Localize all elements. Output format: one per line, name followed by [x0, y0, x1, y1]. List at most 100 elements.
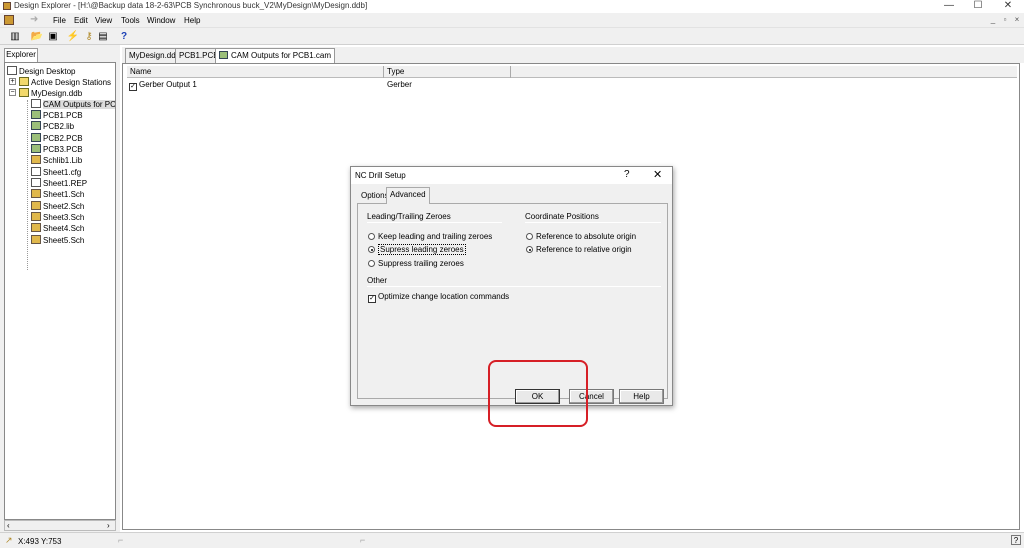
radio-label: Reference to relative origin: [536, 245, 632, 254]
tree-item-label: PCB3.PCB: [43, 145, 83, 154]
help-icon[interactable]: ?: [117, 30, 131, 43]
tab-label: CAM Outputs for PCB1.cam: [231, 51, 332, 60]
radio-label: Suppress trailing zeroes: [378, 259, 464, 268]
pcb-icon: [31, 133, 41, 142]
explorer-horizontal-scrollbar[interactable]: ‹ ›: [4, 520, 116, 531]
doc-menu-icon[interactable]: [4, 15, 14, 25]
cursor-icon: ↗: [5, 535, 13, 545]
tree-item-active-stations[interactable]: Active Design Stations: [19, 77, 111, 88]
row-checkbox[interactable]: ✓: [129, 83, 137, 91]
radio-indicator[interactable]: [368, 260, 375, 267]
leading-trailing-group-title: Leading/Trailing Zeroes: [367, 212, 451, 221]
tree-item-pcb3[interactable]: PCB3.PCB: [31, 144, 83, 155]
radio-suppress-trailing[interactable]: Suppress trailing zeroes: [368, 259, 464, 269]
toolbar: ▥ 📂 ▣ ⚡ ⚷ ▤ ?: [0, 28, 1024, 45]
menu-tools[interactable]: Tools: [121, 16, 140, 25]
app-icon: [3, 2, 11, 10]
coordinate-positions-group-title: Coordinate Positions: [525, 212, 599, 221]
tree-item-sheet4-sch[interactable]: Sheet4.Sch: [31, 223, 84, 234]
tree-item-sheet1-sch[interactable]: Sheet1.Sch: [31, 189, 84, 200]
documents-icon[interactable]: ▤: [96, 30, 110, 43]
collapse-mydesign[interactable]: −: [9, 89, 16, 96]
tree-item-schlib1[interactable]: Schlib1.Lib: [31, 155, 82, 166]
list-row-name[interactable]: ✓ Gerber Output 1: [129, 79, 197, 91]
tree-item-pcb2-lib[interactable]: PCB2.lib: [31, 121, 74, 132]
radio-label: Reference to absolute origin: [536, 232, 637, 241]
tree-item-pcb2[interactable]: PCB2.PCB: [31, 133, 83, 144]
tree-item-design-desktop[interactable]: Design Desktop: [7, 66, 75, 77]
dialog-help-button[interactable]: ?: [624, 169, 630, 180]
expand-active-stations[interactable]: +: [9, 78, 16, 85]
tree-item-sheet1-rep[interactable]: Sheet1.REP: [31, 178, 87, 189]
tree-item-mydesign[interactable]: MyDesign.ddb: [19, 88, 82, 99]
radio-indicator-selected[interactable]: [526, 246, 533, 253]
lightning-icon[interactable]: ⚡: [66, 30, 80, 43]
menu-window[interactable]: Window: [147, 16, 175, 25]
status-bar: ↗ X:493 Y:753 ⌐ ⌐ ?: [0, 532, 1024, 548]
radio-label: Keep leading and trailing zeroes: [378, 232, 493, 241]
tree-item-label: MyDesign.ddb: [31, 89, 83, 98]
maximize-button[interactable]: ☐: [963, 0, 993, 13]
tree-item-label: PCB2.lib: [43, 122, 75, 131]
schematic-icon: [31, 189, 41, 198]
pcb-library-icon: [31, 121, 41, 130]
group-divider: [367, 286, 661, 287]
mdi-minimize-button[interactable]: _: [988, 15, 998, 25]
status-separator-icon: ⌐: [360, 535, 366, 545]
mdi-close-button[interactable]: ×: [1012, 15, 1022, 25]
status-help-icon[interactable]: ?: [1011, 535, 1021, 545]
coordinates-readout: X:493 Y:753: [18, 537, 62, 546]
help-button[interactable]: Help: [619, 389, 664, 404]
open-folder-icon[interactable]: 📂: [30, 30, 44, 43]
radio-indicator[interactable]: [526, 233, 533, 240]
menu-edit[interactable]: Edit: [74, 16, 88, 25]
tree-item-cam-outputs[interactable]: CAM Outputs for PC: [31, 99, 115, 110]
save-icon[interactable]: ▣: [46, 30, 60, 43]
explorer-tab[interactable]: Explorer: [4, 48, 38, 62]
tree-item-pcb1[interactable]: PCB1.PCB: [31, 110, 83, 121]
radio-absolute-origin[interactable]: Reference to absolute origin: [526, 232, 636, 242]
tree-item-label: PCB2.PCB: [43, 134, 83, 143]
tree-item-label: Design Desktop: [19, 67, 76, 76]
pcb-icon: [31, 110, 41, 119]
title-bar: Design Explorer - [H:\@Backup data 18-2-…: [0, 0, 1024, 13]
document-tab-bar: MyDesign.ddb PCB1.PCB CAM Outputs for PC…: [122, 47, 1024, 63]
optimize-checkbox[interactable]: ✓: [368, 295, 376, 303]
column-header-name[interactable]: Name: [127, 66, 384, 78]
tree-item-sheet5-sch[interactable]: Sheet5.Sch: [31, 235, 84, 246]
mdi-restore-button[interactable]: ▫: [1000, 15, 1010, 25]
tab-cam-outputs[interactable]: CAM Outputs for PCB1.cam: [215, 48, 336, 63]
tab-advanced[interactable]: Advanced: [386, 187, 430, 204]
design-manager-icon[interactable]: ▥: [8, 30, 22, 43]
tree-item-sheet3-sch[interactable]: Sheet3.Sch: [31, 212, 84, 223]
radio-indicator[interactable]: [368, 233, 375, 240]
status-separator-icon: ⌐: [118, 535, 124, 545]
radio-indicator-selected[interactable]: [368, 246, 375, 253]
radio-supress-leading[interactable]: Supress leading zeroes: [368, 244, 466, 255]
radio-keep-leading-trailing[interactable]: Keep leading and trailing zeroes: [368, 232, 492, 242]
menu-view[interactable]: View: [95, 16, 112, 25]
column-header-type[interactable]: Type: [384, 66, 511, 78]
dialog-close-button[interactable]: ✕: [653, 168, 662, 181]
cam-document-icon: [31, 99, 41, 108]
minimize-button[interactable]: —: [934, 0, 964, 13]
tree-item-sheet1-cfg[interactable]: Sheet1.cfg: [31, 167, 81, 178]
tree-item-label: PCB1.PCB: [43, 111, 83, 120]
menu-help[interactable]: Help: [184, 16, 200, 25]
other-group-title: Other: [367, 276, 388, 285]
key-icon[interactable]: ⚷: [82, 30, 96, 43]
group-divider: [367, 222, 502, 223]
scroll-left-icon[interactable]: ‹: [7, 521, 10, 530]
dialog-title: NC Drill Setup: [355, 171, 406, 180]
tree-item-label: Sheet2.Sch: [43, 202, 85, 211]
optimize-checkbox-row[interactable]: ✓ Optimize change location commands: [368, 292, 509, 303]
tree-item-sheet2-sch[interactable]: Sheet2.Sch: [31, 201, 84, 212]
schematic-icon: [31, 212, 41, 221]
dialog-title-bar: NC Drill Setup ? ✕: [351, 167, 672, 184]
scroll-right-icon[interactable]: ›: [107, 521, 110, 530]
tree-item-label: Schlib1.Lib: [43, 156, 83, 165]
menu-file[interactable]: File: [53, 16, 66, 25]
radio-relative-origin[interactable]: Reference to relative origin: [526, 245, 632, 255]
list-header: Name Type: [127, 66, 1017, 78]
close-window-button[interactable]: ✕: [993, 0, 1023, 13]
